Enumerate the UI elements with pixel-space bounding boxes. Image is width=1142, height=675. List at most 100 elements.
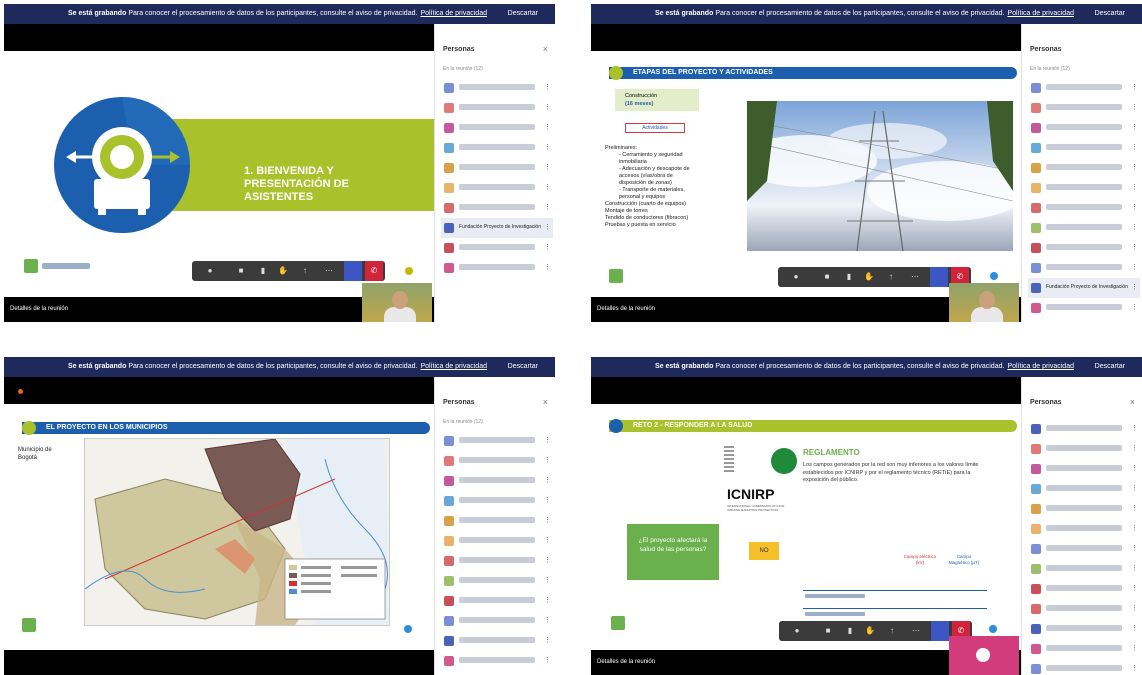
- participant-row[interactable]: ⋮: [1028, 118, 1140, 138]
- hand-icon[interactable]: ✋: [278, 266, 288, 276]
- mic-icon[interactable]: ▮: [845, 626, 855, 636]
- participant-row[interactable]: ⋮: [441, 651, 553, 671]
- table-row: [803, 590, 987, 591]
- avatar: [444, 83, 454, 93]
- more-icon[interactable]: ⋯: [910, 272, 920, 282]
- participant-row[interactable]: ⋮: [1028, 178, 1140, 198]
- panel-title: Personas: [443, 46, 475, 53]
- participant-row[interactable]: ⋮: [1028, 579, 1140, 599]
- participant-row[interactable]: ⋮: [1028, 218, 1140, 238]
- close-icon[interactable]: ×: [543, 44, 548, 54]
- participant-row[interactable]: ⋮: [441, 258, 553, 278]
- participant-row[interactable]: ⋮: [1028, 158, 1140, 178]
- participant-row[interactable]: ⋮: [441, 238, 553, 258]
- participant-row[interactable]: ⋮: [1028, 138, 1140, 158]
- meeting-details[interactable]: Detalles de la reunión: [597, 297, 655, 322]
- participant-row[interactable]: ⋮: [1028, 238, 1140, 258]
- privacy-link[interactable]: Política de privacidad: [420, 363, 487, 370]
- participant-row[interactable]: ⋮: [1028, 78, 1140, 98]
- participant-row[interactable]: ⋮: [441, 98, 553, 118]
- privacy-link[interactable]: Política de privacidad: [1007, 363, 1074, 370]
- participant-row[interactable]: ⋮: [441, 198, 553, 218]
- participant-row[interactable]: ⋮: [441, 611, 553, 631]
- camera-icon[interactable]: ■: [236, 266, 246, 276]
- more-icon[interactable]: ⋯: [324, 266, 334, 276]
- participant-name: [1046, 585, 1122, 591]
- hand-icon[interactable]: ✋: [865, 626, 875, 636]
- share-icon[interactable]: ↑: [886, 272, 896, 282]
- people-button[interactable]: [931, 621, 949, 641]
- participant-row[interactable]: ⋮: [441, 491, 553, 511]
- person-body: [384, 307, 416, 322]
- participant-row-highlighted[interactable]: Fundación Proyecto de Investigación ⋮: [441, 218, 553, 238]
- participant-row[interactable]: ⋮: [441, 451, 553, 471]
- participant-row[interactable]: ⋮: [441, 431, 553, 451]
- hand-icon[interactable]: ✋: [864, 272, 874, 282]
- mic-icon: ⋮: [544, 244, 551, 251]
- avatar: [1031, 564, 1041, 574]
- participant-row[interactable]: ⋮: [1028, 539, 1140, 559]
- participant-row[interactable]: ⋮: [441, 511, 553, 531]
- participant-row[interactable]: ⋮: [441, 531, 553, 551]
- dismiss-button[interactable]: Descartar: [501, 8, 545, 20]
- participant-row[interactable]: ⋮: [1028, 98, 1140, 118]
- participant-row[interactable]: ⋮: [441, 78, 553, 98]
- participant-row[interactable]: ⋮: [441, 178, 553, 198]
- participant-row[interactable]: ⋮: [441, 158, 553, 178]
- people-button[interactable]: [930, 267, 948, 287]
- close-icon[interactable]: ×: [1130, 397, 1135, 407]
- participant-row[interactable]: ⋮: [441, 571, 553, 591]
- avatar: [1031, 283, 1041, 293]
- privacy-link[interactable]: Política de privacidad: [420, 10, 487, 17]
- share-icon[interactable]: ↑: [887, 626, 897, 636]
- panel-subtitle: En la reunión (12): [443, 66, 483, 72]
- participant-row[interactable]: ⋮: [441, 631, 553, 651]
- participant-row[interactable]: ⋮: [1028, 639, 1140, 659]
- participant-row[interactable]: ⋮: [441, 551, 553, 571]
- meeting-toolbar: ● ■ ▮ ✋ ↑ ⋯ ✆: [778, 267, 971, 287]
- participant-row[interactable]: ⋮: [441, 471, 553, 491]
- people-button[interactable]: [344, 261, 362, 281]
- meeting-details[interactable]: Detalles de la reunión: [10, 297, 68, 322]
- participant-row[interactable]: ⋮: [441, 138, 553, 158]
- participant-row[interactable]: ⋮: [1028, 499, 1140, 519]
- recording-label: Se está grabando: [68, 363, 127, 370]
- camera-icon[interactable]: ■: [822, 272, 832, 282]
- participant-row[interactable]: ⋮: [1028, 459, 1140, 479]
- participant-row[interactable]: ⋮: [441, 118, 553, 138]
- time-display: ●: [207, 266, 213, 275]
- dismiss-button[interactable]: Descartar: [1088, 361, 1132, 373]
- construction-label: Construcción: [625, 93, 658, 99]
- participant-row[interactable]: ⋮: [1028, 599, 1140, 619]
- participant-row[interactable]: ⋮: [1028, 439, 1140, 459]
- more-icon[interactable]: ⋯: [911, 626, 921, 636]
- mic-icon: ⋮: [1131, 264, 1138, 271]
- participant-row[interactable]: ⋮: [1028, 519, 1140, 539]
- dismiss-button[interactable]: Descartar: [501, 361, 545, 373]
- dismiss-button[interactable]: Descartar: [1088, 8, 1132, 20]
- participant-row[interactable]: ⋮: [1028, 258, 1140, 278]
- table-header-magnetic: Campo Magnético (µT): [948, 554, 980, 565]
- camera-icon[interactable]: ■: [823, 626, 833, 636]
- participant-row-highlighted[interactable]: Fundación Proyecto de Investigación ⋮: [1028, 278, 1140, 298]
- meeting-details[interactable]: Detalles de la reunión: [597, 650, 655, 675]
- section-paragraph: Los campos generados por la red son muy …: [803, 462, 979, 483]
- privacy-link[interactable]: Política de privacidad: [1007, 10, 1074, 17]
- participant-row[interactable]: ⋮: [1028, 298, 1140, 318]
- municipality-label: Municipio de Bogotá: [18, 446, 52, 462]
- participant-row[interactable]: ⋮: [1028, 198, 1140, 218]
- avatar: [444, 636, 454, 646]
- mic-icon[interactable]: ▮: [258, 266, 268, 276]
- participant-row[interactable]: ⋮: [1028, 419, 1140, 439]
- participant-row[interactable]: ⋮: [1028, 619, 1140, 639]
- share-icon[interactable]: ↑: [300, 266, 310, 276]
- participant-row[interactable]: ⋮: [441, 591, 553, 611]
- end-call-icon[interactable]: ✆: [365, 261, 383, 281]
- participant-row[interactable]: ⋮: [1028, 559, 1140, 579]
- participant-row[interactable]: ⋮: [1028, 659, 1140, 675]
- participant-name: [459, 437, 535, 443]
- mic-icon[interactable]: ▮: [844, 272, 854, 282]
- participant-row[interactable]: ⋮: [1028, 479, 1140, 499]
- close-icon[interactable]: ×: [543, 397, 548, 407]
- activity-item: Pruebas y puesta en servicio: [605, 222, 676, 228]
